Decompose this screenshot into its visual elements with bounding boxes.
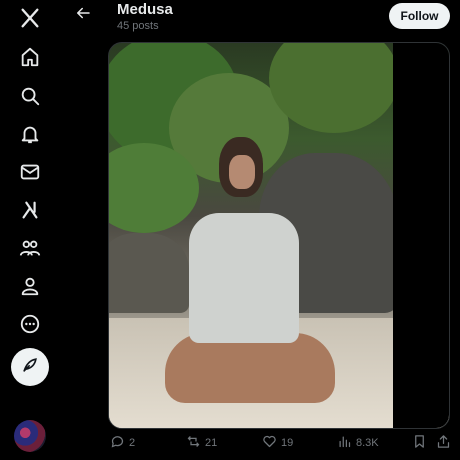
rock-shape — [109, 233, 189, 313]
repost-count: 21 — [205, 437, 218, 449]
heart-icon — [262, 434, 277, 452]
like-button[interactable]: 19 — [262, 433, 293, 453]
profile-name: Medusa — [117, 1, 173, 18]
more-circle-icon[interactable] — [16, 310, 44, 338]
reply-button[interactable]: 2 — [110, 433, 135, 453]
reply-count: 2 — [129, 437, 136, 449]
grok-icon[interactable] — [16, 196, 44, 224]
bookmark-icon — [412, 434, 427, 452]
search-icon[interactable] — [16, 82, 44, 110]
back-arrow-icon — [74, 4, 92, 27]
post-image[interactable] — [108, 42, 450, 429]
post-count: 45 posts — [117, 20, 159, 32]
figure-face-shape — [229, 155, 255, 189]
image-letterbox — [393, 43, 449, 428]
figure-shirt-shape — [189, 213, 299, 343]
back-button[interactable] — [72, 4, 94, 26]
bookmark-button[interactable] — [412, 433, 427, 453]
share-icon — [436, 434, 451, 452]
views-chart-icon — [337, 434, 352, 452]
profile-icon[interactable] — [16, 272, 44, 300]
communities-icon[interactable] — [16, 234, 44, 262]
sidebar-nav — [0, 0, 60, 460]
compose-post-button[interactable] — [11, 348, 49, 386]
notifications-bell-icon[interactable] — [16, 120, 44, 148]
like-count: 19 — [281, 437, 294, 449]
messages-envelope-icon[interactable] — [16, 158, 44, 186]
post-detail: Medusa 45 posts Follow 2 21 19 8.3K — [62, 0, 460, 460]
foliage-shape — [269, 43, 399, 133]
views-button[interactable]: 8.3K — [337, 433, 379, 453]
x-logo-icon[interactable] — [16, 4, 44, 32]
repost-button[interactable]: 21 — [186, 433, 217, 453]
share-button[interactable] — [436, 433, 451, 453]
reply-icon — [110, 434, 125, 452]
views-count: 8.3K — [356, 437, 379, 449]
avatar[interactable] — [14, 420, 46, 452]
follow-button[interactable]: Follow — [389, 3, 450, 29]
repost-icon — [186, 434, 201, 452]
post-actions-bar: 2 21 19 8.3K — [62, 430, 460, 456]
compose-feather-icon — [20, 355, 40, 380]
figure-legs-shape — [165, 333, 335, 403]
home-icon[interactable] — [16, 43, 44, 71]
